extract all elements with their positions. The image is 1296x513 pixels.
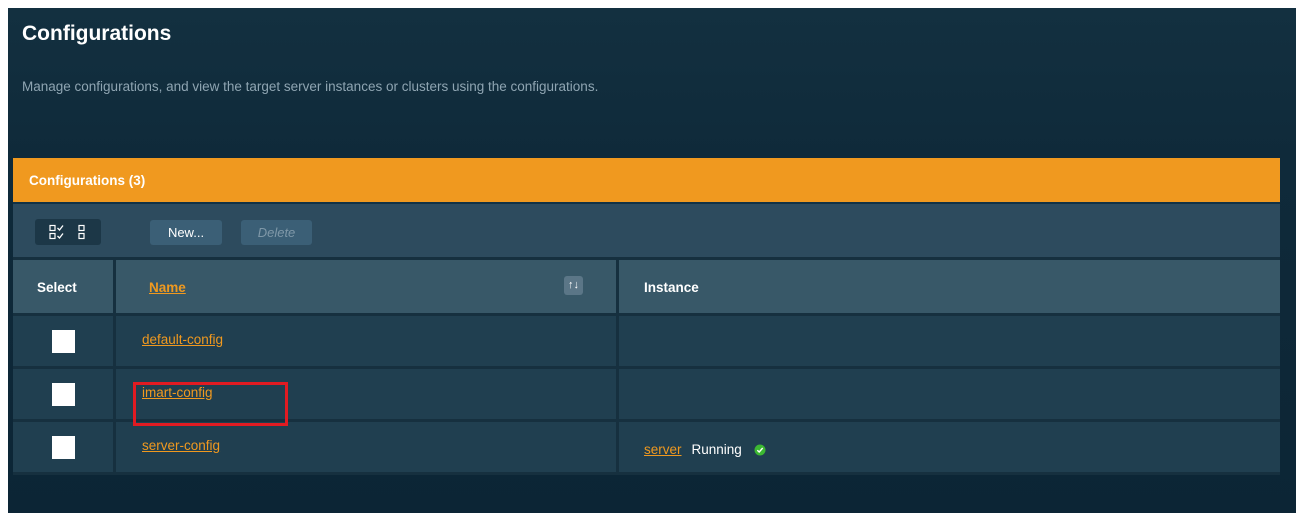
config-name-link[interactable]: default-config [142,332,223,347]
configurations-table: Configurations (3) New... Delete Select … [13,158,1280,475]
select-cell [13,422,116,472]
page-title: Configurations [22,22,172,45]
column-header-name[interactable]: Name [149,280,186,295]
header-cell-name: Name ↑↓ [116,260,619,313]
name-cell: imart-config [116,369,619,419]
column-header-instance: Instance [644,280,699,295]
header-cell-instance: Instance [619,260,1280,313]
sort-icon[interactable]: ↑↓ [564,276,583,295]
instance-status: Running [691,442,742,457]
instance-info: server Running [644,442,766,457]
table-header-row: Select Name ↑↓ Instance [13,260,1280,316]
select-cell [13,369,116,419]
header-cell-select: Select [13,260,116,313]
table-caption: Configurations (3) [13,158,1280,204]
select-cell [13,316,116,366]
instance-link[interactable]: server [644,442,682,457]
table-toolbar: New... Delete [13,204,1280,260]
row-checkbox[interactable] [52,330,75,353]
config-name-link[interactable]: server-config [142,438,220,453]
instance-cell: server Running [619,422,1280,472]
delete-button[interactable]: Delete [241,220,312,245]
table-grid: Select Name ↑↓ Instance default-config i… [13,260,1280,475]
name-cell: server-config [116,422,619,472]
status-ok-icon [754,444,766,456]
instance-cell [619,316,1280,366]
row-checkbox[interactable] [52,383,75,406]
deselect-all-icon[interactable] [77,224,87,240]
config-name-link[interactable]: imart-config [142,385,213,400]
table-row: default-config [13,316,1280,369]
row-checkbox[interactable] [52,436,75,459]
new-button[interactable]: New... [150,220,222,245]
instance-cell [619,369,1280,419]
table-row: imart-config [13,369,1280,422]
select-all-icon[interactable] [49,224,65,240]
name-cell: default-config [116,316,619,366]
selection-buttons [35,219,101,245]
column-header-select: Select [37,280,77,295]
table-row: server-config server Running [13,422,1280,475]
page-description: Manage configurations, and view the targ… [22,79,599,94]
